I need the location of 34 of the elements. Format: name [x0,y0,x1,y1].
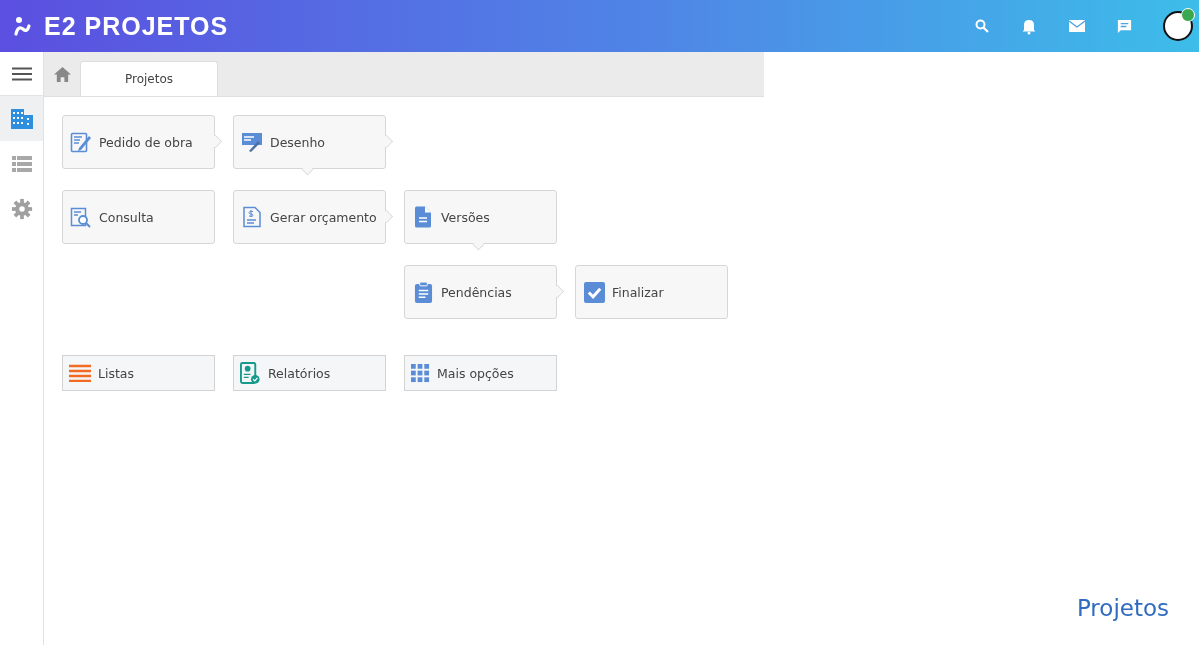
clipboard-icon [413,280,433,304]
flow-step-card[interactable]: Consulta [62,190,215,244]
shortcut-button[interactable]: Relatórios [233,355,386,391]
home-icon [52,65,72,83]
checkbox-icon [583,281,605,303]
document-search-icon [70,206,92,228]
search-icon[interactable] [974,18,990,34]
tab[interactable]: Projetos [80,61,219,96]
bell-icon[interactable] [1020,17,1038,35]
lines-icon [69,364,91,382]
flow-step-card[interactable]: Finalizar [575,265,728,319]
building-icon [10,108,33,129]
menu-icon [11,66,32,81]
report-icon [240,361,261,385]
mail-icon[interactable] [1068,19,1086,33]
logo-text: E2 PROJETOS [44,11,229,41]
shortcut-button[interactable]: Listas [62,355,215,391]
form-edit-icon [70,131,92,153]
chat-icon[interactable] [1116,17,1133,35]
flow-step-card[interactable]: Versões [404,190,557,244]
page-title: Projetos [1076,595,1169,621]
flow-step-card[interactable]: Pedido de obra [62,115,215,169]
invoice-icon [241,206,263,228]
screen-pen-icon [241,131,263,153]
grid-icon [411,363,430,383]
settings-icon [10,197,33,220]
shortcut-button[interactable]: Mais opções [404,355,557,391]
sidebar-item[interactable] [0,96,43,141]
flow-step-card[interactable]: Pendências [404,265,557,319]
online-dot [1181,8,1195,22]
flow-step-card[interactable]: Desenho [233,115,386,169]
document-icon [414,206,432,228]
list-icon [11,155,32,172]
flow-step-card[interactable]: Gerar orçamento [233,190,386,244]
